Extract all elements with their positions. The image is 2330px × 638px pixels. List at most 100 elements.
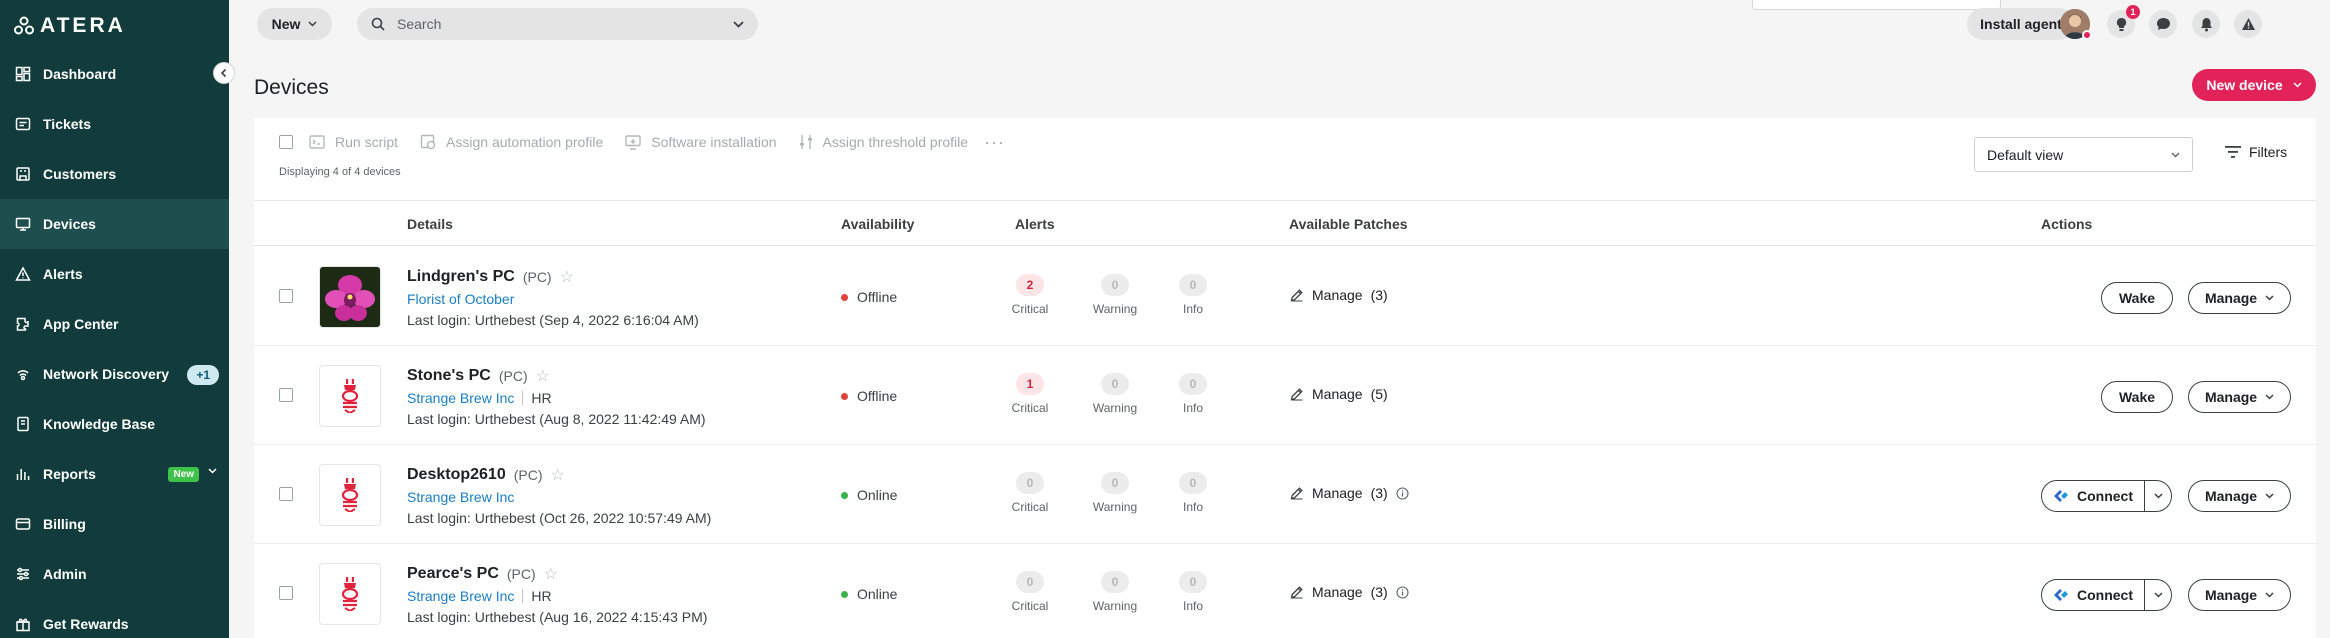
manage-patches-link[interactable]: Manage (3) [1290, 485, 1409, 501]
manage-button[interactable]: Manage [2188, 480, 2291, 512]
favorite-star-icon[interactable]: ☆ [536, 366, 550, 386]
row-checkbox[interactable] [279, 289, 293, 303]
customer-link[interactable]: Strange Brew Inc [407, 588, 514, 604]
search-scope-chevron-icon[interactable] [733, 20, 744, 28]
device-name[interactable]: Stone's PC [407, 367, 491, 385]
sidebar-item-knowledge-base[interactable]: Knowledge Base [0, 399, 229, 449]
sidebar-item-get-rewards[interactable]: Get Rewards [0, 599, 229, 638]
info-label: Info [1182, 401, 1203, 415]
sidebar-item-network-discovery[interactable]: Network Discovery +1 [0, 349, 229, 399]
pencil-icon [1290, 487, 1303, 500]
sidebar-item-reports[interactable]: Reports New [0, 449, 229, 499]
customer-link[interactable]: Florist of October [407, 291, 514, 307]
customer-link[interactable]: Strange Brew Inc [407, 489, 514, 505]
view-select-value: Default view [1987, 146, 2064, 163]
manage-button[interactable]: Manage [2188, 381, 2291, 413]
info-label: Info [1182, 599, 1203, 613]
view-select[interactable]: Default view [1974, 137, 2193, 172]
chevron-down-icon [2265, 394, 2274, 400]
warning-alerts[interactable]: 0 Warning [1085, 373, 1145, 415]
critical-alerts[interactable]: 1 Critical [1000, 373, 1060, 415]
table-row[interactable]: Pearce's PC (PC) ☆ Strange Brew Inc HR L… [254, 544, 2316, 638]
sidebar-item-dashboard[interactable]: Dashboard [0, 49, 229, 99]
collapse-sidebar-button[interactable] [213, 62, 235, 84]
connect-options-button[interactable] [2144, 580, 2171, 610]
warnings-button[interactable] [2234, 10, 2262, 38]
chevron-down-icon [208, 468, 217, 474]
connect-button[interactable]: Connect [2042, 580, 2144, 610]
table-row[interactable]: Desktop2610 (PC) ☆ Strange Brew Inc Last… [254, 445, 2316, 544]
row-checkbox[interactable] [279, 586, 293, 600]
tips-button[interactable]: 1 [2107, 5, 2140, 38]
warning-alerts[interactable]: 0 Warning [1085, 472, 1145, 514]
patch-manage-label: Manage [1312, 485, 1363, 501]
header-availability: Availability [841, 216, 915, 232]
info-count: 0 [1179, 373, 1207, 395]
favorite-star-icon[interactable]: ☆ [551, 465, 565, 485]
sidebar-item-billing[interactable]: Billing [0, 499, 229, 549]
table-row[interactable]: Stone's PC (PC) ☆ Strange Brew Inc HR La… [254, 346, 2316, 445]
info-alerts[interactable]: 0 Info [1163, 472, 1223, 514]
manage-button[interactable]: Manage [2188, 282, 2291, 314]
info-icon[interactable] [1396, 585, 1409, 599]
install-agent-button[interactable]: Install agent [1967, 8, 2075, 40]
chat-button[interactable] [2149, 10, 2177, 38]
connect-button[interactable]: Connect [2042, 481, 2144, 511]
sidebar-item-alerts[interactable]: Alerts [0, 249, 229, 299]
favorite-star-icon[interactable]: ☆ [544, 564, 558, 584]
row-checkbox[interactable] [279, 388, 293, 402]
new-button[interactable]: New [257, 8, 332, 40]
device-name[interactable]: Desktop2610 [407, 466, 506, 484]
warning-label: Warning [1092, 401, 1138, 415]
assign-threshold-profile-button[interactable]: Assign threshold profile [799, 134, 968, 150]
notifications-button[interactable] [2192, 10, 2220, 38]
select-all-checkbox[interactable] [279, 135, 293, 149]
more-actions-button[interactable]: ··· [984, 132, 1005, 153]
manage-patches-link[interactable]: Manage (3) [1290, 287, 1388, 303]
atera-logo[interactable]: ATERA [14, 14, 126, 38]
customer-link[interactable]: Strange Brew Inc [407, 390, 514, 406]
search-input[interactable] [397, 16, 721, 32]
manage-patches-link[interactable]: Manage (5) [1290, 386, 1388, 402]
new-device-button[interactable]: New device [2192, 69, 2316, 101]
row-checkbox[interactable] [279, 487, 293, 501]
device-name[interactable]: Lindgren's PC [407, 268, 515, 286]
manage-patches-link[interactable]: Manage (3) [1290, 584, 1409, 600]
table-row[interactable]: Lindgren's PC (PC) ☆ Florist of October … [254, 247, 2316, 346]
favorite-star-icon[interactable]: ☆ [560, 267, 574, 287]
critical-alerts[interactable]: 2 Critical [1000, 274, 1060, 316]
sidebar-item-admin[interactable]: Admin [0, 549, 229, 599]
filters-label: Filters [2249, 144, 2288, 160]
last-login: Last login: Urthebest (Sep 4, 2022 6:16:… [407, 312, 699, 328]
sidebar-item-customers[interactable]: Customers [0, 149, 229, 199]
info-icon[interactable] [1396, 486, 1409, 500]
warning-alerts[interactable]: 0 Warning [1085, 571, 1145, 613]
patch-count: (5) [1370, 386, 1388, 402]
manage-button[interactable]: Manage [2188, 579, 2291, 611]
critical-alerts[interactable]: 0 Critical [1000, 472, 1060, 514]
threshold-icon [799, 134, 813, 150]
automation-icon [420, 134, 436, 150]
run-script-button[interactable]: Run script [309, 134, 398, 150]
patch-manage-label: Manage [1312, 584, 1363, 600]
software-installation-button[interactable]: Software installation [625, 134, 777, 150]
wake-button[interactable]: Wake [2101, 282, 2173, 314]
sidebar-item-tickets[interactable]: Tickets [0, 99, 229, 149]
critical-alerts[interactable]: 0 Critical [1000, 571, 1060, 613]
assign-automation-profile-button[interactable]: Assign automation profile [420, 134, 603, 150]
sidebar-item-app-center[interactable]: App Center [0, 299, 229, 349]
filters-button[interactable]: Filters [2225, 144, 2287, 160]
info-alerts[interactable]: 0 Info [1163, 274, 1223, 316]
sidebar-item-devices[interactable]: Devices [0, 199, 229, 249]
last-login: Last login: Urthebest (Oct 26, 2022 10:5… [407, 510, 712, 526]
admin-icon [15, 566, 31, 582]
info-alerts[interactable]: 0 Info [1163, 373, 1223, 415]
chevron-down-icon [2293, 82, 2302, 88]
critical-label: Critical [1011, 500, 1049, 514]
warning-alerts[interactable]: 0 Warning [1085, 274, 1145, 316]
info-alerts[interactable]: 0 Info [1163, 571, 1223, 613]
device-name[interactable]: Pearce's PC [407, 565, 499, 583]
connect-options-button[interactable] [2144, 481, 2171, 511]
wake-button[interactable]: Wake [2101, 381, 2173, 413]
info-label: Info [1182, 500, 1203, 514]
